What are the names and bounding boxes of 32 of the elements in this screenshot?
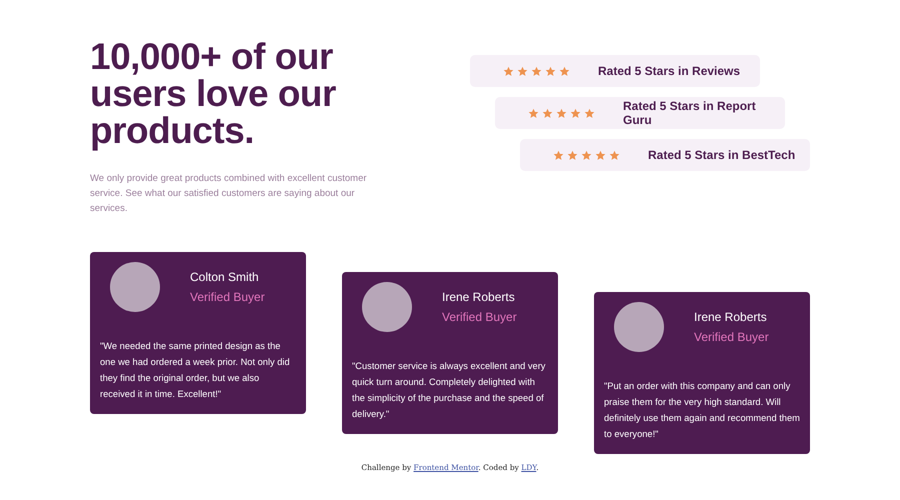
avatar-placeholder: [614, 302, 664, 352]
star-icon: [581, 150, 592, 160]
rating-label: Rated 5 Stars in BestTech: [648, 148, 796, 162]
star-icon: [553, 150, 564, 160]
testimonial-quote: "Put an order with this company and can only praise them for the very high standard. Will definitely use them again and recommend them to everyone!": [604, 380, 800, 441]
reviewer-name: Irene Roberts: [694, 310, 768, 324]
star-icon: [545, 66, 556, 76]
star-icon: [542, 108, 553, 118]
star-icon: [503, 66, 514, 76]
star-icon: [609, 150, 620, 160]
avatar-placeholder: [362, 282, 412, 332]
page-heading: 10,000+ of our users love our products.: [90, 38, 337, 149]
star-icon: [595, 150, 606, 160]
intro-text: We only provide great products combined with excellent customer service. See what our satisfied customers are saying about our services.: [90, 172, 368, 216]
reviewer-role: Verified Buyer: [190, 290, 265, 304]
star-icon: [570, 108, 581, 118]
reviewer-name: Irene Roberts: [442, 290, 516, 304]
star-icon: [567, 150, 578, 160]
star-icon: [517, 66, 528, 76]
star-icon: [584, 108, 595, 118]
rating-label: Rated 5 Stars in Report Guru: [623, 99, 757, 127]
star-icon: [556, 108, 567, 118]
star-icon: [528, 108, 539, 118]
rating-label: Rated 5 Stars in Reviews: [598, 64, 740, 78]
avatar-placeholder: [110, 262, 160, 312]
testimonial-quote: "Customer service is always excellent and very quick turn around. Completely delighted with the simplicity of the purchase and the speed of delivery.": [352, 360, 546, 421]
reviewer-role: Verified Buyer: [694, 330, 769, 344]
star-icon: [559, 66, 570, 76]
reviewer-role: Verified Buyer: [442, 310, 517, 324]
star-icon: [531, 66, 542, 76]
testimonial-quote: "We needed the same printed design as the one we had ordered a week prior. Not only did they find the original order, but we also received it in time. Excellent!": [100, 340, 291, 401]
reviewer-name: Colton Smith: [190, 270, 260, 284]
